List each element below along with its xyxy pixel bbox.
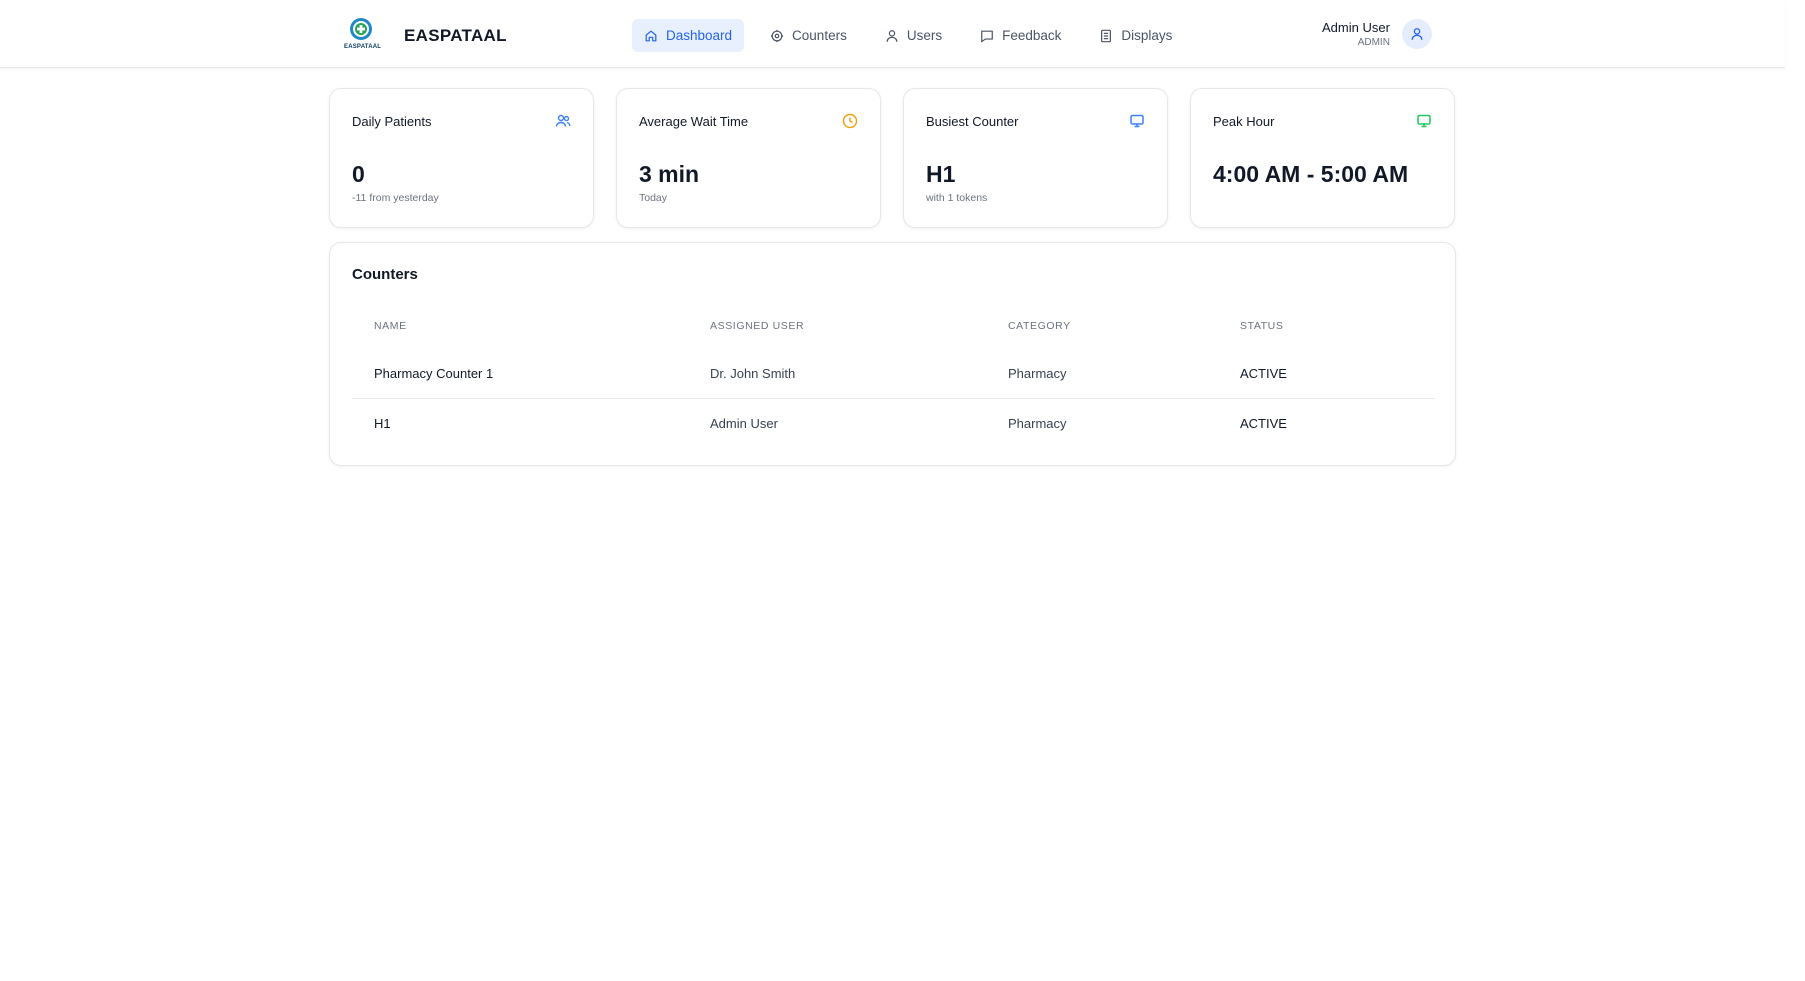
stats-row: Daily Patients 0 -11 from yesterday Aver… <box>329 88 1455 228</box>
top-header: EASPATAAL EASPATAAL Dashboard Counters U… <box>0 0 1785 68</box>
home-icon <box>645 30 657 41</box>
stat-subtext: -11 from yesterday <box>352 192 439 204</box>
nav-users[interactable]: Users <box>873 19 954 52</box>
counter-assigned-user: Admin User <box>710 415 778 431</box>
counter-status: ACTIVE <box>1240 366 1287 381</box>
monitor-icon <box>1417 114 1431 128</box>
stat-title: Busiest Counter <box>926 114 1019 129</box>
stat-subtext: Today <box>639 192 668 204</box>
nav-users-label: Users <box>906 28 943 43</box>
users-icon <box>555 114 571 127</box>
nav-displays-label: Displays <box>1121 28 1173 43</box>
brand-name: EASPATAAL <box>404 26 507 45</box>
counter-category: Pharmacy <box>1008 415 1067 431</box>
clock-icon <box>842 113 858 129</box>
counter-name: H1 <box>374 415 391 431</box>
main-nav: Dashboard Counters Users Feedback Displa… <box>632 19 1198 52</box>
nav-counters[interactable]: Counters <box>758 19 859 52</box>
gear-icon <box>770 29 784 42</box>
counters-title: Counters <box>352 266 418 283</box>
nav-feedback[interactable]: Feedback <box>968 19 1073 52</box>
user-icon <box>886 29 898 42</box>
chat-icon <box>981 30 993 42</box>
display-list-icon <box>1101 29 1112 42</box>
counters-panel: Counters NAME ASSIGNED USER CATEGORY STA… <box>329 242 1456 466</box>
nav-dashboard[interactable]: Dashboard <box>632 19 745 52</box>
user-name: Admin User <box>1322 19 1390 35</box>
page: EASPATAAL EASPATAAL Dashboard Counters U… <box>0 0 1805 981</box>
stat-value: 0 <box>352 161 365 187</box>
counter-category: Pharmacy <box>1008 366 1067 381</box>
logo-text: EASPATAAL <box>344 44 382 50</box>
stat-card-busiest-counter: Busiest Counter H1 with 1 tokens <box>903 88 1168 228</box>
table-row[interactable]: Pharmacy Counter 1 Dr. John Smith Pharma… <box>352 349 1435 398</box>
nav-counters-label: Counters <box>792 28 847 43</box>
stat-title: Average Wait Time <box>639 114 749 129</box>
stat-card-peak-hour: Peak Hour 4:00 AM - 5:00 AM <box>1190 88 1455 228</box>
user-info: Admin User ADMIN <box>1322 20 1390 49</box>
column-header-assigned-user: ASSIGNED USER <box>710 320 805 332</box>
user-menu[interactable]: Admin User ADMIN <box>1322 19 1432 49</box>
user-role: ADMIN <box>1357 36 1390 48</box>
stat-title: Daily Patients <box>352 114 432 129</box>
column-header-status: STATUS <box>1240 320 1284 332</box>
logo: EASPATAAL <box>340 16 386 56</box>
stat-value: 4:00 AM - 5:00 AM <box>1213 161 1409 187</box>
stat-title: Peak Hour <box>1213 114 1275 129</box>
table-row[interactable]: H1 Admin User Pharmacy ACTIVE <box>352 398 1435 447</box>
counter-status: ACTIVE <box>1240 415 1287 431</box>
user-icon <box>1411 28 1423 40</box>
stat-value: 3 min <box>639 161 700 187</box>
column-header-name: NAME <box>374 320 407 332</box>
logo-icon <box>350 18 372 40</box>
counter-name: Pharmacy Counter 1 <box>374 366 494 381</box>
counter-assigned-user: Dr. John Smith <box>710 366 796 381</box>
monitor-icon <box>1130 114 1144 128</box>
nav-dashboard-label: Dashboard <box>666 28 733 43</box>
stat-card-daily-patients: Daily Patients 0 -11 from yesterday <box>329 88 594 228</box>
column-header-category: CATEGORY <box>1008 320 1071 332</box>
nav-feedback-label: Feedback <box>1002 28 1062 43</box>
stat-card-average-wait-time: Average Wait Time 3 min Today <box>616 88 881 228</box>
stat-subtext: with 1 tokens <box>926 192 988 204</box>
stat-value: H1 <box>926 161 956 187</box>
avatar[interactable] <box>1401 19 1432 49</box>
counters-table: NAME ASSIGNED USER CATEGORY STATUS Pharm… <box>352 313 1435 447</box>
nav-displays[interactable]: Displays <box>1087 19 1184 52</box>
brand[interactable]: EASPATAAL EASPATAAL <box>340 16 507 56</box>
table-header: NAME ASSIGNED USER CATEGORY STATUS <box>352 313 1435 339</box>
